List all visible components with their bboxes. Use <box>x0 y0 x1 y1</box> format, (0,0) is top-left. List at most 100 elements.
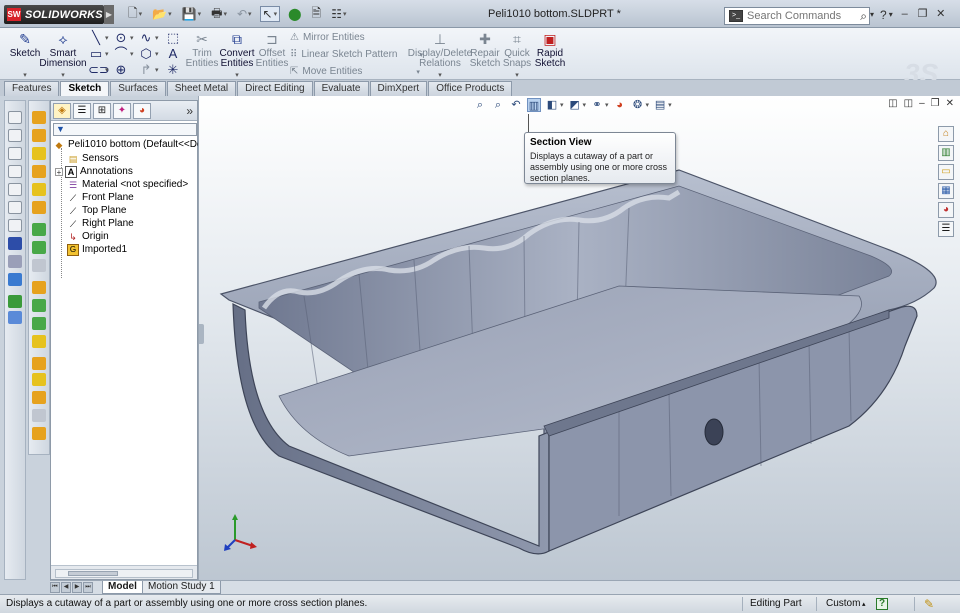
tree-filter[interactable]: ▼ <box>53 123 197 136</box>
menu-expand-arrow-icon[interactable]: ▶ <box>104 5 114 24</box>
polygon-tool-icon[interactable]: ⬡ <box>138 46 154 62</box>
chevron-down-icon[interactable]: ▾ <box>155 50 159 58</box>
expand-plus-icon[interactable]: + <box>55 167 63 176</box>
sketch-button[interactable]: ✎ Sketch ▾ <box>10 31 41 81</box>
tree-item-imported1[interactable]: G Imported1 <box>57 243 127 256</box>
horizontal-scrollbar[interactable] <box>55 569 193 578</box>
sweep-icon[interactable] <box>32 147 46 160</box>
sketch-pen-icon[interactable] <box>8 237 22 250</box>
mirror-entities-button[interactable]: ⚠ Mirror Entities <box>290 32 365 43</box>
quick-snaps-button[interactable]: ⌗ Quick Snaps ▾ <box>503 31 531 81</box>
sketch-dim-icon[interactable] <box>8 311 22 324</box>
tree-item-front-plane[interactable]: ⟋ Front Plane <box>57 191 134 204</box>
search-commands-box[interactable]: >_ ⌕ <box>724 7 870 25</box>
dimxpert-manager-tab-icon[interactable]: ✦ <box>113 102 131 119</box>
feature-tree-tab-icon[interactable]: ◈ <box>53 102 71 119</box>
tree-item-top-plane[interactable]: ⟋ Top Plane <box>57 204 127 217</box>
display-manager-tab-icon[interactable]: ◕ <box>133 102 151 119</box>
chevron-down-icon[interactable]: ▾ <box>105 50 109 58</box>
rebuild-button[interactable]: ⬤ <box>286 6 303 22</box>
centerline-tool-icon[interactable]: ↱ <box>138 62 154 78</box>
arc-tool-icon[interactable]: ⌒ <box>113 46 129 62</box>
text-tool-icon[interactable]: A <box>165 46 181 62</box>
sketch-picture-icon[interactable] <box>8 165 22 178</box>
rib-icon[interactable] <box>32 259 46 272</box>
sketch-layer-icon[interactable] <box>8 183 22 196</box>
tree-item-annotations[interactable]: + A Annotations <box>55 165 133 178</box>
chevron-down-icon[interactable]: ▾ <box>130 50 134 58</box>
chevron-down-icon[interactable]: ▾ <box>130 34 134 42</box>
tab-sheet-metal[interactable]: Sheet Metal <box>166 81 237 96</box>
chevron-up-icon[interactable]: ▴ <box>862 600 866 608</box>
help-dropdown-icon[interactable]: ▾ <box>889 10 893 22</box>
scrollbar-thumb[interactable] <box>68 571 118 576</box>
extrude-icon[interactable] <box>32 111 46 124</box>
offset-entities-button[interactable]: ⊐ Offset Entities <box>256 31 289 69</box>
sketch-shape-icon[interactable] <box>8 219 22 232</box>
search-dropdown-icon[interactable]: ▾ <box>870 10 874 22</box>
mirror-feature-icon[interactable] <box>32 241 46 254</box>
rebuild-status-icon[interactable]: ✎ <box>924 597 934 611</box>
tree-item-sensors[interactable]: ▤ Sensors <box>57 152 119 165</box>
wrap-icon[interactable] <box>32 317 46 330</box>
first-tab-icon[interactable]: ⏮ <box>50 582 60 593</box>
tab-sketch[interactable]: Sketch <box>60 81 110 96</box>
instant3d-icon[interactable] <box>32 409 46 422</box>
tab-motion-study-1[interactable]: Motion Study 1 <box>142 581 221 594</box>
pattern-icon[interactable] <box>32 223 46 236</box>
line-tool-icon[interactable]: ╲ <box>88 30 104 46</box>
chevron-down-icon[interactable]: ▾ <box>105 34 109 42</box>
save-button[interactable]: 💾 ▾ <box>180 6 203 22</box>
curve-icon[interactable] <box>32 373 46 386</box>
help-icon[interactable]: ? <box>880 8 887 22</box>
point-tool-icon[interactable]: ⊕ <box>113 62 129 78</box>
minimize-icon[interactable]: – <box>899 8 911 20</box>
plane-tool-icon[interactable]: ✳ <box>165 62 181 78</box>
move-entities-button[interactable]: ⇱ Move Entities ▾ <box>290 66 420 77</box>
tab-evaluate[interactable]: Evaluate <box>313 81 369 96</box>
undo-button[interactable]: ↶ ▾ <box>235 6 254 22</box>
slot-tool-icon[interactable]: ⊂⊃ <box>88 62 110 78</box>
chevron-down-icon[interactable]: ▾ <box>155 66 159 74</box>
smart-dimension-button[interactable]: ⟡ Smart Dimension ▾ <box>39 31 86 81</box>
sketch-block-icon[interactable] <box>8 147 22 160</box>
chevron-down-icon[interactable]: ▾ <box>155 34 159 42</box>
options-button[interactable]: ☷ ▾ <box>329 6 348 22</box>
tab-direct-editing[interactable]: Direct Editing <box>237 81 313 96</box>
sketch-grid-icon[interactable] <box>8 111 22 124</box>
trim-entities-button[interactable]: ✂ Trim Entities <box>186 31 219 69</box>
sketch-relation-icon[interactable] <box>8 295 22 308</box>
next-tab-icon[interactable]: ▶ <box>72 582 82 593</box>
repair-sketch-button[interactable]: ✚ Repair Sketch <box>470 31 501 69</box>
prev-tab-icon[interactable]: ◀ <box>61 582 71 593</box>
boundary-icon[interactable] <box>32 183 46 196</box>
configuration-manager-tab-icon[interactable]: ⊞ <box>93 102 111 119</box>
convert-entities-button[interactable]: ⧉ Convert Entities ▾ <box>218 31 256 81</box>
help-status-icon[interactable]: ? <box>876 598 888 610</box>
new-document-button[interactable]: 🗋 ▾ <box>126 6 144 22</box>
circle-tool-icon[interactable]: ⊙ <box>113 30 129 46</box>
open-button[interactable]: 📂 ▾ <box>150 6 173 22</box>
loft-icon[interactable] <box>32 165 46 178</box>
revolve-icon[interactable] <box>32 129 46 142</box>
shell-icon[interactable] <box>32 281 46 294</box>
tree-item-origin[interactable]: ↳ Origin <box>57 230 108 243</box>
last-tab-icon[interactable]: ⏭ <box>83 582 93 593</box>
rapid-sketch-button[interactable]: ▣ Rapid Sketch <box>534 31 566 69</box>
tab-office-products[interactable]: Office Products <box>428 81 513 96</box>
tab-model[interactable]: Model <box>102 581 143 594</box>
select-button[interactable]: ↖ ▾ <box>259 6 281 22</box>
tab-dimxpert[interactable]: DimXpert <box>369 81 428 96</box>
more-tabs-icon[interactable]: » <box>186 104 193 118</box>
file-properties-button[interactable]: 🗎 <box>310 6 324 22</box>
draft-icon[interactable] <box>32 299 46 312</box>
tree-root-part[interactable]: ◆ Peli1010 bottom (Default<<Defa <box>53 138 211 151</box>
units-selector[interactable]: Custom <box>826 598 860 609</box>
sketch-line-icon[interactable] <box>8 255 22 268</box>
graphics-area[interactable]: ⌕ ⌕ ↶ ▥ ◧ ▾ ◩ ▾ ⚭ ▾ ◕ ❂ ▾ ▤ ▾ ◫ ◫ – ❐ ✕ … <box>198 96 960 584</box>
tree-item-material[interactable]: ☰ Material <not specified> <box>57 178 188 191</box>
print-button[interactable]: 🖶 ▾ <box>209 6 229 22</box>
sketch-chain-icon[interactable] <box>8 273 22 286</box>
rectangle-tool-icon[interactable]: ▭ <box>88 46 104 62</box>
sketch-3d-icon[interactable] <box>8 201 22 214</box>
